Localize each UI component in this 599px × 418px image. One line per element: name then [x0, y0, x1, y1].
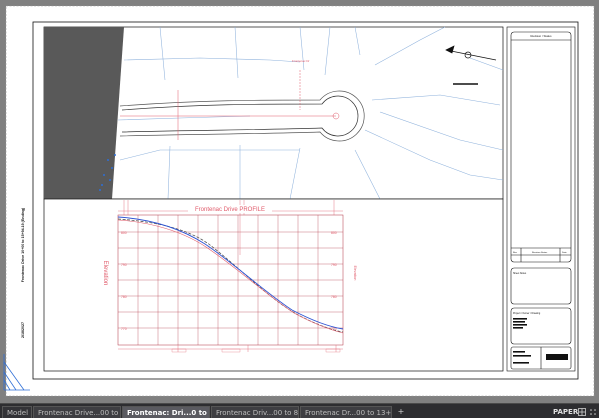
profile-title: Frontenac Drive PROFILE [195, 207, 265, 213]
add-layout-button[interactable]: + [396, 406, 406, 418]
info-box-label: Project / Owner / Drawing [513, 312, 541, 315]
profile-ylabel-right: Elevation [353, 266, 357, 281]
ucs-icon [3, 354, 30, 391]
elev-right-1: 800 [331, 231, 337, 235]
tab-model[interactable]: Model [2, 406, 32, 418]
elev-left-1: 800 [121, 231, 127, 235]
layout-tab-bar: Model Frontenac Drive...00 to 4+78.00 Fr… [0, 403, 599, 418]
notes-box-label: Sheet Notes [513, 272, 527, 275]
aerial-image-area [44, 27, 124, 199]
drawing-canvas[interactable]: Frontenac Drive 10+00 to 15+94.19 (Endin… [0, 0, 599, 403]
elev-left-4: 770 [121, 327, 127, 331]
tab-layout-1[interactable]: Frontenac Drive...00 to 4+78.00 [33, 406, 121, 418]
paper-space-toggle[interactable]: PAPER [553, 406, 578, 418]
tab-layout-2[interactable]: Frontenac: Dri...0 to 15+94.19 [122, 406, 210, 418]
elev-right-3: 780 [331, 295, 337, 299]
snap-icon[interactable] [589, 408, 597, 416]
tab-layout-4[interactable]: Frontenac Dr...00 to 13+25.00 [300, 406, 392, 418]
profile-viewport: Frontenac Drive PROFILE Elevation Elevat… [43, 198, 504, 372]
sheet-date: 2/18/2027 [21, 322, 25, 338]
elev-right-2: 790 [331, 263, 337, 267]
rev-col-3: Date [562, 251, 567, 254]
layout-sheet: Frontenac Drive 10+00 to 15+94.19 (Endin… [5, 5, 595, 397]
plan-callout: Frontenac Dr [292, 59, 310, 63]
tab-layout-3[interactable]: Frontenac Driv...00 to 8+56.00 [211, 406, 299, 418]
elev-left-3: 780 [121, 295, 127, 299]
rev-col-2: Revision Status [532, 251, 548, 254]
grid-icon[interactable] [578, 408, 586, 416]
sheet-vertical-title: Frontenac Drive 10+00 to 15+94.19 (Endin… [21, 207, 25, 282]
profile-ylabel-left: Elevation [102, 261, 108, 286]
plan-viewport: Frontenac Dr [43, 26, 504, 200]
elev-left-2: 790 [121, 263, 127, 267]
title-block-header: Revision / Status [531, 34, 553, 38]
